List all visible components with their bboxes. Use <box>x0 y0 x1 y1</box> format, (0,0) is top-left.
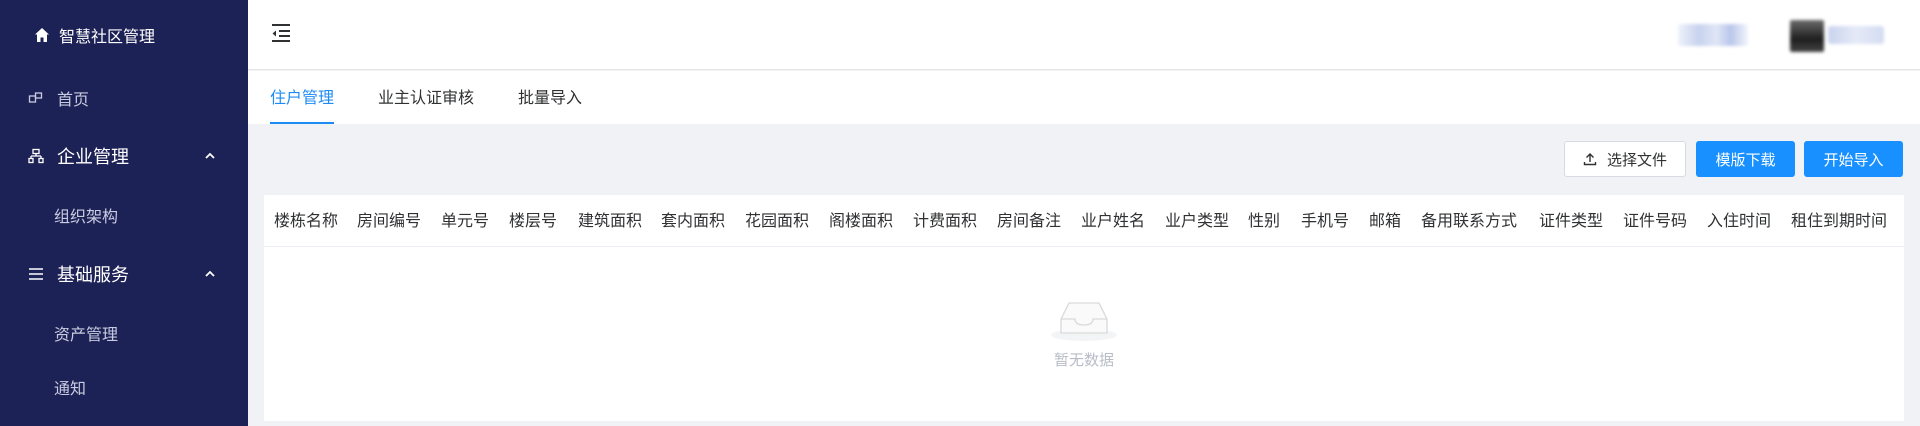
tab-residents[interactable]: 住户管理 <box>270 71 335 124</box>
column-header: 花园面积 <box>745 211 810 230</box>
list-icon <box>27 265 45 283</box>
top-header <box>248 0 1920 70</box>
import-table: 楼栋名称 房间编号 单元号 楼层号 建筑面积 套内面积 花园面积 阁楼面积 计费… <box>264 195 1904 421</box>
brand-title: 智慧社区管理 <box>59 27 156 46</box>
start-import-button[interactable]: 开始导入 <box>1804 141 1903 177</box>
column-header: 房间编号 <box>357 211 422 230</box>
column-header: 楼栋名称 <box>274 211 339 230</box>
template-download-button[interactable]: 模版下载 <box>1696 141 1795 177</box>
sidebar: 智慧社区管理 首页 企业管理 组织架构 基础服务 资产管理 通知 <box>0 0 248 426</box>
sidebar-item-label: 首页 <box>57 90 90 109</box>
column-header: 阁楼面积 <box>829 211 894 230</box>
sidebar-item-org[interactable]: 组织架构 <box>0 186 248 244</box>
sidebar-item-notice[interactable]: 通知 <box>0 362 248 412</box>
empty-inbox-icon <box>1051 302 1117 341</box>
column-header: 手机号 <box>1301 211 1350 230</box>
sidebar-item-label: 资产管理 <box>54 325 119 344</box>
empty-state: 暂无数据 <box>264 293 1904 370</box>
column-header: 证件类型 <box>1539 211 1604 230</box>
column-header: 楼层号 <box>509 211 558 230</box>
column-header: 备用联系方式 <box>1421 211 1518 230</box>
column-header: 套内面积 <box>661 211 726 230</box>
sidebar-group-basic[interactable]: 基础服务 <box>0 244 248 304</box>
sidebar-item-label: 通知 <box>54 379 87 398</box>
column-header: 业户类型 <box>1165 211 1230 230</box>
column-header: 证件号码 <box>1623 211 1688 230</box>
column-header: 建筑面积 <box>578 211 643 230</box>
column-header: 单元号 <box>441 211 490 230</box>
column-header: 邮箱 <box>1369 211 1402 230</box>
home-icon <box>35 28 49 42</box>
sidebar-group-enterprise[interactable]: 企业管理 <box>0 126 248 186</box>
username-blurred[interactable] <box>1828 26 1884 44</box>
tab-batch-import[interactable]: 批量导入 <box>518 71 582 124</box>
sidebar-item-label: 组织架构 <box>54 207 119 226</box>
column-header: 入住时间 <box>1707 211 1772 230</box>
tab-owner-verification[interactable]: 业主认证审核 <box>378 71 474 124</box>
empty-text: 暂无数据 <box>1053 351 1114 369</box>
chevron-up-icon <box>205 152 215 159</box>
dashboard-icon <box>27 89 45 107</box>
sidebar-item-assets[interactable]: 资产管理 <box>0 304 248 362</box>
brand[interactable]: 智慧社区管理 <box>0 0 248 70</box>
avatar[interactable] <box>1790 20 1824 52</box>
select-file-label: 选择文件 <box>1606 150 1667 169</box>
column-header: 业户姓名 <box>1081 211 1146 230</box>
table-header: 楼栋名称 房间编号 单元号 楼层号 建筑面积 套内面积 花园面积 阁楼面积 计费… <box>264 195 1904 247</box>
menu-fold-icon[interactable] <box>270 22 292 44</box>
select-file-button[interactable]: 选择文件 <box>1564 141 1686 177</box>
column-header: 计费面积 <box>913 211 978 230</box>
column-header: 性别 <box>1248 211 1281 230</box>
sidebar-group-label: 企业管理 <box>57 147 129 168</box>
org-icon <box>27 147 45 165</box>
column-header: 租住到期时间 <box>1791 211 1888 230</box>
upload-icon <box>1583 153 1597 166</box>
sidebar-item-home[interactable]: 首页 <box>0 70 248 126</box>
chevron-up-icon <box>205 270 215 277</box>
column-header: 房间备注 <box>997 211 1062 230</box>
tab-bar: 住户管理 业主认证审核 批量导入 <box>248 71 1920 124</box>
user-info-blurred[interactable] <box>1678 24 1748 46</box>
sidebar-group-label: 基础服务 <box>57 265 129 286</box>
